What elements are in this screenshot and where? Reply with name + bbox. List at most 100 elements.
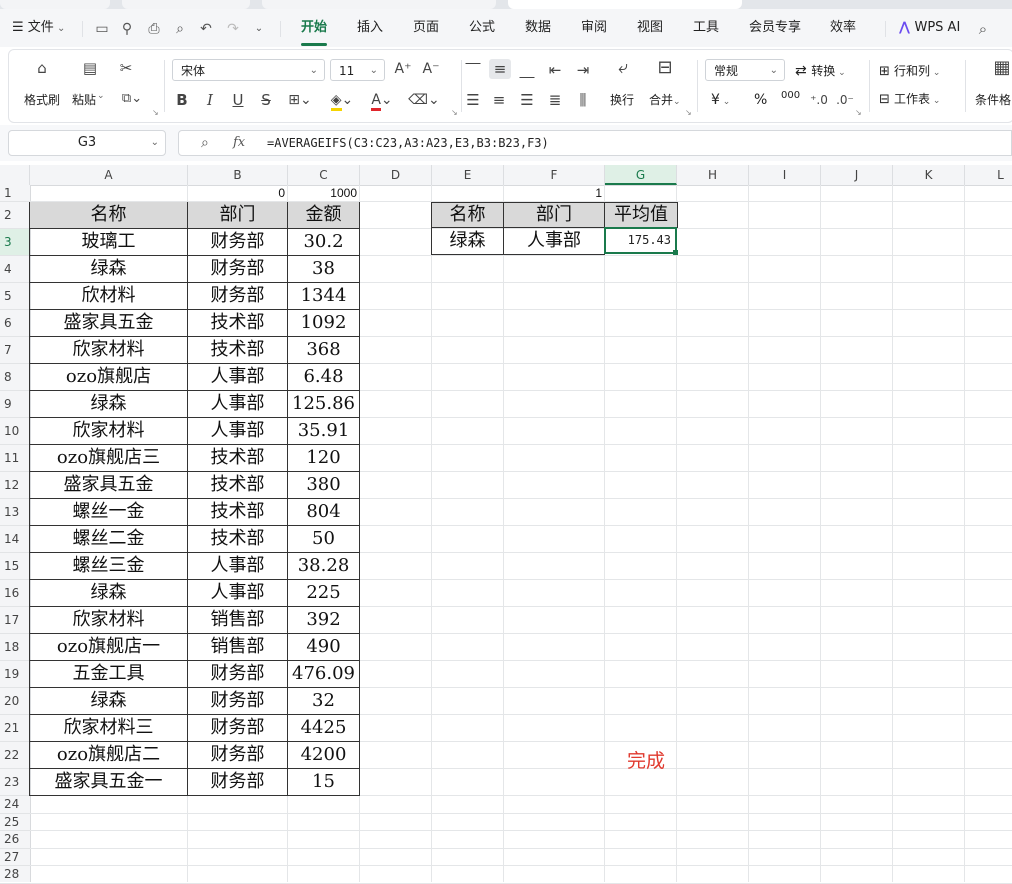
table-cell[interactable]: 35.91 [288, 418, 360, 445]
window-tab[interactable] [0, 0, 110, 9]
table-cell[interactable]: 财务部 [188, 229, 288, 256]
row-header[interactable]: 4 [0, 256, 30, 283]
save-icon[interactable]: ▭ [93, 20, 111, 38]
align-top-icon[interactable]: ⎺ [463, 60, 483, 80]
table-cell[interactable]: 盛家具五金 [30, 472, 188, 499]
format-painter-icon[interactable]: ⌂ [31, 58, 53, 78]
window-tab-active[interactable] [508, 0, 742, 9]
wps-ai-button[interactable]: ⋀ WPS AI [899, 9, 960, 47]
wrap-text-icon[interactable]: ⤶ [611, 58, 635, 78]
table-cell[interactable]: 五金工具 [30, 661, 188, 688]
table-cell[interactable]: 30.2 [288, 229, 360, 256]
table-cell[interactable]: 技术部 [188, 310, 288, 337]
zoom-search-icon[interactable]: ⌕ [201, 131, 209, 155]
clipboard-launcher-icon[interactable]: ↘ [152, 108, 159, 117]
row-header[interactable]: 14 [0, 526, 30, 553]
table-cell[interactable]: 人事部 [188, 418, 288, 445]
row-header[interactable]: 12 [0, 472, 30, 499]
table-cell[interactable]: 财务部 [188, 283, 288, 310]
share-icon[interactable]: ⚲ [118, 20, 136, 38]
justify-icon[interactable]: ≣ [545, 90, 565, 110]
row-header[interactable]: 28 [0, 866, 30, 884]
table-cell[interactable]: 绿森 [30, 391, 188, 418]
table-cell[interactable]: 盛家具五金一 [30, 769, 188, 796]
table-cell[interactable]: 技术部 [188, 472, 288, 499]
undo-icon[interactable]: ↶ [197, 20, 215, 38]
column-header[interactable]: E [432, 165, 504, 185]
table-cell[interactable]: 476.09 [288, 661, 360, 688]
table-cell[interactable]: 392 [288, 607, 360, 634]
rows-cols-button[interactable]: ⊞ 行和列 ⌄ [879, 62, 940, 79]
fill-color-icon[interactable]: ◈⌄ [325, 90, 359, 111]
print-preview-icon[interactable]: ⌕ [171, 20, 189, 38]
window-tab[interactable] [122, 0, 250, 9]
number-format-select[interactable]: 常规 ⌄ [705, 59, 785, 81]
cell-b1[interactable]: 0 [188, 186, 285, 200]
row-header[interactable]: 3 [0, 229, 30, 256]
name-box[interactable]: G3 ⌄ [8, 130, 166, 156]
row-header[interactable]: 23 [0, 769, 30, 796]
decrease-font-icon[interactable]: A⁻ [421, 59, 441, 79]
table-cell[interactable]: 4200 [288, 742, 360, 769]
worksheet-button[interactable]: ⊟ 工作表 ⌄ [879, 90, 940, 107]
font-size-select[interactable]: 11 ⌄ [330, 59, 385, 81]
table-cell[interactable]: ozo旗舰店三 [30, 445, 188, 472]
row-header[interactable]: 26 [0, 831, 30, 849]
table-cell[interactable]: 欣材料 [30, 283, 188, 310]
table-cell[interactable]: 螺丝一金 [30, 499, 188, 526]
strikethrough-icon[interactable]: S [257, 90, 275, 110]
row-header[interactable]: 11 [0, 445, 30, 472]
align-middle-icon[interactable]: ≡ [489, 59, 511, 79]
table-cell[interactable]: 人事部 [188, 391, 288, 418]
increase-font-icon[interactable]: A⁺ [393, 59, 413, 79]
column-header[interactable]: K [893, 165, 965, 185]
criteria-name-cell[interactable]: 绿森 [432, 228, 504, 255]
table-cell[interactable]: 销售部 [188, 634, 288, 661]
quick-access-more-icon[interactable]: ⌄ [250, 20, 268, 38]
table-cell[interactable]: 4425 [288, 715, 360, 742]
table-cell[interactable]: ozo旗舰店一 [30, 634, 188, 661]
column-header[interactable]: J [821, 165, 893, 185]
column-header[interactable]: D [360, 165, 432, 185]
table-cell[interactable]: 1344 [288, 283, 360, 310]
table-cell[interactable]: 1092 [288, 310, 360, 337]
alignment-launcher-icon[interactable]: ↘ [685, 108, 692, 117]
tab-formulas[interactable]: 公式 [469, 9, 495, 47]
print-icon[interactable]: ⎙ [145, 20, 163, 38]
tab-insert[interactable]: 插入 [357, 9, 383, 47]
column-header-selected[interactable]: G [605, 165, 677, 185]
search-icon[interactable]: ⌕ [974, 20, 992, 38]
table-cell[interactable]: 225 [288, 580, 360, 607]
row-header[interactable]: 10 [0, 418, 30, 445]
table-cell[interactable]: 螺丝二金 [30, 526, 188, 553]
tab-tools[interactable]: 工具 [693, 9, 719, 47]
table-cell[interactable]: 欣家材料 [30, 607, 188, 634]
font-launcher-icon[interactable]: ↘ [451, 108, 458, 117]
table-cell[interactable]: 玻璃工 [30, 229, 188, 256]
format-painter-label[interactable]: 格式刷 [24, 91, 60, 108]
tab-efficiency[interactable]: 效率 [830, 9, 856, 47]
criteria-header-dept[interactable]: 部门 [504, 203, 605, 228]
column-header[interactable]: B [188, 165, 288, 185]
tab-data[interactable]: 数据 [525, 9, 551, 47]
table-cell[interactable]: 绿森 [30, 580, 188, 607]
convert-button[interactable]: ⇄ 转换 ⌄ [795, 62, 846, 79]
table-cell[interactable]: 804 [288, 499, 360, 526]
table-cell[interactable]: 38 [288, 256, 360, 283]
table-cell[interactable]: 绿森 [30, 256, 188, 283]
conditional-format-icon[interactable]: ▦ [991, 58, 1012, 78]
row-header[interactable]: 22 [0, 742, 30, 769]
row-header[interactable]: 8 [0, 364, 30, 391]
number-launcher-icon[interactable]: ↘ [855, 108, 862, 117]
table-cell[interactable]: 125.86 [288, 391, 360, 418]
table-cell[interactable]: 财务部 [188, 769, 288, 796]
conditional-format-label[interactable]: 条件格 [975, 91, 1011, 108]
file-menu[interactable]: ☰ 文件 ⌄ [12, 9, 65, 47]
align-center-icon[interactable]: ≡ [489, 90, 509, 110]
criteria-header-name[interactable]: 名称 [432, 203, 504, 228]
redo-icon[interactable]: ↷ [224, 20, 242, 38]
table-cell[interactable]: 120 [288, 445, 360, 472]
table-cell[interactable]: 技术部 [188, 337, 288, 364]
align-right-icon[interactable]: ☰ [517, 90, 537, 110]
decrease-decimal-icon[interactable]: .0⁻ [835, 90, 855, 110]
